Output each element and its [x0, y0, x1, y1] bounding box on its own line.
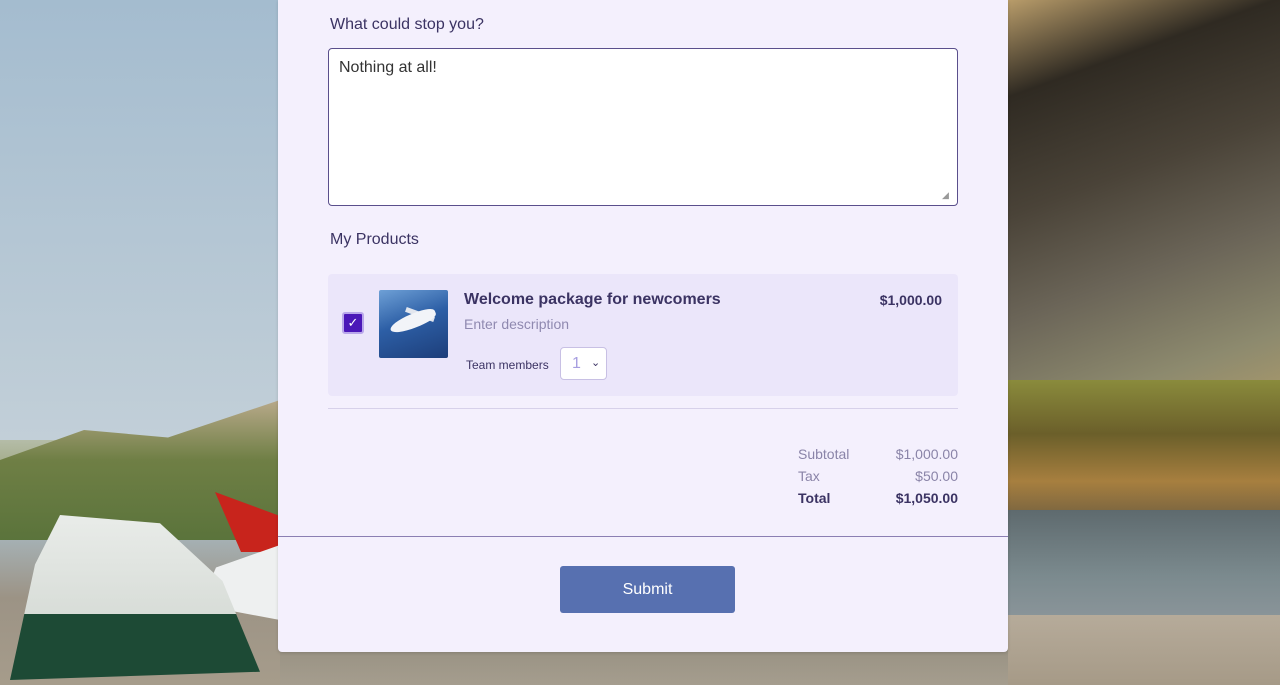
team-members-value: 1	[572, 355, 581, 372]
submit-button[interactable]: Submit	[560, 566, 735, 613]
background-mountain	[1008, 0, 1280, 440]
product-item: ✓ Welcome package for newcomers Enter de…	[328, 274, 958, 396]
chevron-down-icon: ⌄	[591, 357, 601, 369]
subtotal-value: $1,000.00	[895, 446, 958, 462]
answer-textarea[interactable]: Nothing at all!	[328, 48, 958, 206]
check-icon: ✓	[347, 315, 359, 330]
products-label: My Products	[330, 231, 419, 248]
divider	[328, 408, 958, 409]
tax-label: Tax	[798, 468, 820, 484]
footer-divider	[278, 536, 1008, 537]
tax-row: Tax $50.00	[798, 465, 958, 487]
resize-grip-icon[interactable]: ◢	[942, 190, 952, 200]
totals-summary: Subtotal $1,000.00 Tax $50.00 Total $1,0…	[798, 443, 958, 509]
total-value: $1,050.00	[895, 490, 958, 506]
product-image	[379, 290, 448, 358]
product-description-input[interactable]: Enter description	[464, 316, 569, 332]
question-label: What could stop you?	[330, 16, 484, 33]
team-members-select[interactable]: 1 ⌄	[560, 347, 607, 380]
team-members-label: Team members	[466, 358, 549, 372]
form-panel: What could stop you? Nothing at all! ◢ M…	[278, 0, 1008, 652]
background-shore	[1008, 615, 1280, 685]
product-price: $1,000.00	[879, 292, 942, 308]
subtotal-label: Subtotal	[798, 446, 850, 462]
tax-value: $50.00	[915, 468, 958, 484]
background-sky	[0, 0, 280, 440]
total-row: Total $1,050.00	[798, 487, 958, 509]
subtotal-row: Subtotal $1,000.00	[798, 443, 958, 465]
product-checkbox[interactable]: ✓	[342, 312, 364, 334]
product-title: Welcome package for newcomers	[464, 291, 721, 308]
total-label: Total	[798, 490, 831, 506]
background-shrubs	[1008, 380, 1280, 515]
background-river	[1008, 510, 1280, 620]
